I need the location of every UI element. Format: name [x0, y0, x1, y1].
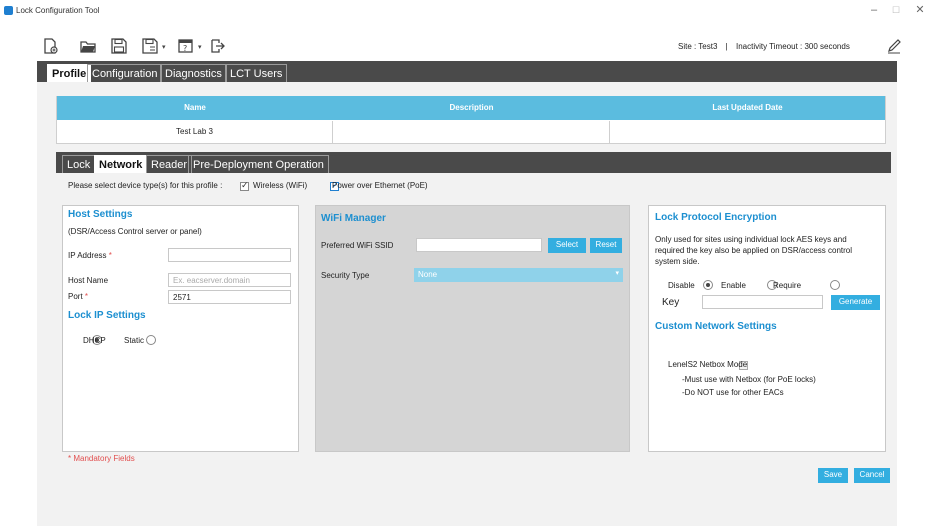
port-label-text: Port — [68, 292, 83, 301]
netbox-note-2: -Do NOT use for other EACs — [682, 388, 784, 397]
inactivity-timeout-label: Inactivity Timeout : 300 seconds — [735, 42, 850, 51]
key-input[interactable] — [702, 295, 823, 309]
table-cell-description[interactable] — [333, 121, 610, 143]
host-name-label: Host Name — [68, 276, 109, 285]
static-label: Static — [124, 336, 145, 345]
app-logo-icon — [4, 6, 13, 15]
table-cell-last-updated[interactable] — [610, 121, 885, 143]
tab-configuration[interactable]: Configuration — [87, 64, 163, 82]
new-file-icon[interactable] — [42, 38, 58, 54]
tab-diagnostics[interactable]: Diagnostics — [160, 64, 227, 82]
key-label: Key — [662, 297, 680, 308]
ip-address-input[interactable] — [168, 248, 291, 262]
site-separator: | — [725, 42, 728, 51]
report-dropdown-chevron-icon[interactable]: ▾ — [198, 43, 202, 51]
host-settings-title: Host Settings — [68, 209, 133, 220]
title-bar — [0, 0, 934, 20]
security-type-value: None — [418, 270, 438, 279]
site-label: Site : Test3 — [678, 42, 718, 51]
export-icon[interactable] — [210, 38, 226, 54]
save-as-icon[interactable] — [142, 38, 158, 54]
select-ssid-button[interactable]: Select — [548, 238, 586, 253]
maximize-button[interactable]: ☐ — [888, 3, 904, 17]
host-settings-subtitle: (DSR/Access Control server or panel) — [68, 227, 202, 236]
encryption-desc-1: Only used for sites using individual loc… — [655, 235, 847, 244]
tab-reader[interactable]: Reader — [146, 155, 193, 173]
ip-address-label: IP Address * — [68, 251, 112, 260]
host-name-input[interactable]: Ex. eacserver.domain — [168, 273, 291, 287]
dhcp-label: DHCP — [83, 336, 106, 345]
save-dropdown-chevron-icon[interactable]: ▾ — [162, 43, 166, 51]
column-header-name[interactable]: Name — [57, 96, 333, 120]
chevron-down-icon: ▾ — [615, 270, 619, 277]
port-label: Port * — [68, 292, 88, 301]
netbox-note-1: -Must use with Netbox (for PoE locks) — [682, 375, 816, 384]
encryption-desc-3: system side. — [655, 257, 700, 266]
close-button[interactable]: ✕ — [912, 3, 928, 17]
tab-lct-users[interactable]: LCT Users — [225, 64, 288, 82]
reset-ssid-button[interactable]: Reset — [590, 238, 622, 253]
save-icon[interactable] — [111, 38, 127, 54]
generate-key-button[interactable]: Generate — [831, 295, 880, 310]
svg-text:?: ? — [183, 44, 187, 53]
tab-pre-deployment-operation[interactable]: Pre-Deployment Operation — [188, 155, 329, 173]
report-icon[interactable]: ? — [178, 38, 194, 54]
security-type-label: Security Type — [321, 271, 370, 280]
security-type-select[interactable]: None ▾ — [414, 268, 623, 282]
poe-label: Power over Ethernet (PoE) — [332, 181, 428, 190]
ip-required-marker: * — [108, 251, 112, 260]
edit-pencil-icon[interactable] — [886, 38, 902, 54]
open-folder-icon[interactable] — [80, 38, 96, 54]
netbox-mode-label: LenelS2 Netbox Mode — [668, 360, 748, 369]
cancel-button[interactable]: Cancel — [854, 468, 890, 483]
enable-label: Enable — [721, 281, 746, 290]
column-header-last-updated[interactable]: Last Updated Date — [610, 96, 885, 120]
port-input[interactable]: 2571 — [168, 290, 291, 304]
encryption-title: Lock Protocol Encryption — [655, 212, 777, 223]
encryption-desc-2: required the key also be applied on DSR/… — [655, 246, 852, 255]
device-type-prompt: Please select device type(s) for this pr… — [68, 181, 223, 190]
disable-label: Disable — [668, 281, 695, 290]
toolbar — [0, 20, 934, 61]
minimize-button[interactable]: – — [866, 3, 882, 17]
custom-network-title: Custom Network Settings — [655, 321, 777, 332]
column-header-description[interactable]: Description — [333, 96, 610, 120]
ssid-input[interactable] — [416, 238, 542, 252]
window-title: Lock Configuration Tool — [16, 6, 100, 15]
site-info: Site : Test3 | Inactivity Timeout : 300 … — [678, 42, 850, 51]
tab-profile[interactable]: Profile — [47, 64, 92, 82]
host-settings-panel — [62, 205, 299, 452]
lock-ip-settings-title: Lock IP Settings — [68, 310, 146, 321]
static-radio[interactable] — [145, 335, 156, 345]
save-button[interactable]: Save — [818, 468, 848, 483]
disable-radio[interactable] — [702, 280, 713, 290]
wifi-checkbox[interactable] — [240, 180, 249, 191]
require-label: Require — [773, 281, 802, 290]
ssid-label: Preferred WiFi SSID — [321, 241, 394, 250]
mandatory-fields-note: * Mandatory Fields — [68, 454, 135, 463]
port-required-marker: * — [84, 292, 89, 301]
table-cell-name[interactable]: Test Lab 3 — [57, 121, 333, 143]
tab-lock[interactable]: Lock — [62, 155, 96, 173]
wifi-manager-title: WiFi Manager — [321, 213, 386, 224]
wifi-label: Wireless (WiFi) — [253, 181, 308, 190]
ip-address-label-text: IP Address — [68, 251, 107, 260]
tab-network[interactable]: Network — [94, 155, 148, 173]
